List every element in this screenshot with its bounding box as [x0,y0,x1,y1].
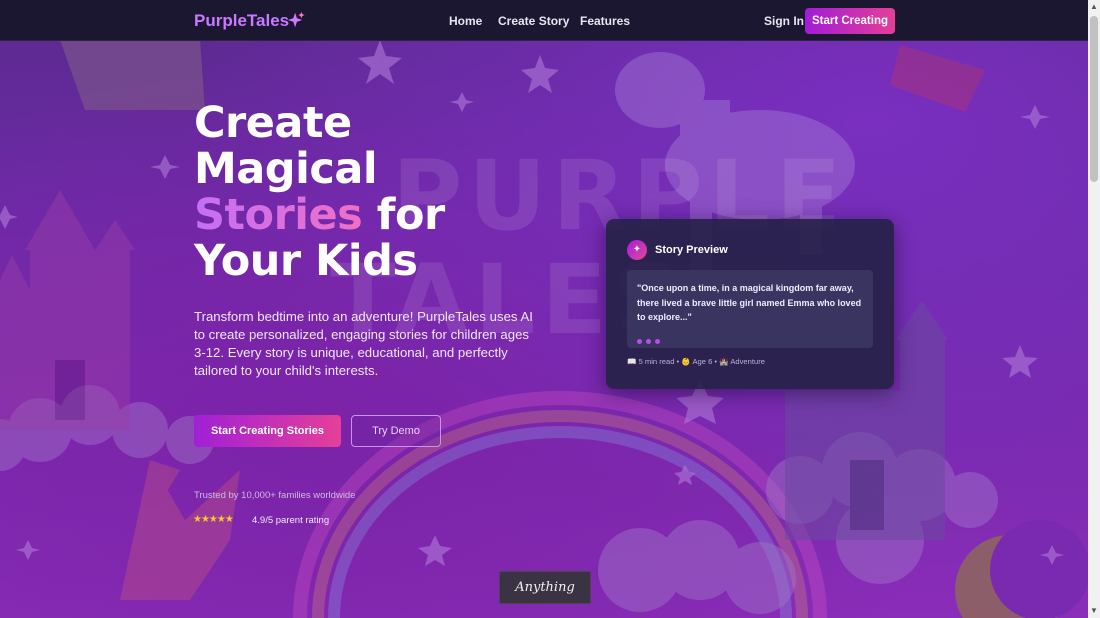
hero-title-line-1: Create [194,98,352,148]
story-preview-title: Story Preview [655,244,728,256]
trusted-text: Trusted by 10,000+ families worldwide [194,490,356,501]
scroll-down-arrow-icon[interactable]: ▼ [1088,606,1100,616]
story-quote: "Once upon a time, in a magical kingdom … [637,283,862,322]
brand-logo[interactable]: PurpleTales [194,11,289,31]
vertical-scrollbar[interactable]: ▲ ▼ [1088,0,1100,618]
sparkles-icon: ✦ [627,240,647,260]
nav-link-create-story[interactable]: Create Story [498,14,569,28]
nav-link-features[interactable]: Features [580,14,630,28]
story-meta: 📖 5 min read • 👶 Age 6 • 🏰 Adventure [627,357,765,366]
start-creating-button[interactable]: Start Creating [805,8,895,34]
scroll-up-arrow-icon[interactable]: ▲ [1088,2,1100,12]
top-navbar: PurpleTales Home Create Story Features S… [0,0,1088,41]
scrollbar-thumb[interactable] [1090,16,1098,182]
rating-stars-icon: ★★★★★ [193,514,234,525]
story-preview-card: ✦ Story Preview "Once upon a time, in a … [606,219,894,389]
hero-title-line-3: Stories for [194,192,594,238]
castle-left-illustration [0,190,135,430]
hero-title-line-2: Magical [194,144,378,194]
hero-description: Transform bedtime into an adventure! Pur… [194,309,533,378]
try-demo-button[interactable]: Try Demo [351,415,441,447]
hero-title: Create Magical Stories for Your Kids [194,100,594,284]
sign-in-link[interactable]: Sign In [764,14,804,28]
typing-dot [655,339,660,344]
typing-dot [646,339,651,344]
nav-link-home[interactable]: Home [449,14,482,28]
story-quote-box: "Once upon a time, in a magical kingdom … [627,270,873,348]
hero-title-accent: Stories [194,190,363,240]
start-creating-stories-button[interactable]: Start Creating Stories [194,415,341,447]
anything-badge[interactable]: Anything [499,571,591,604]
typing-indicator [637,331,664,349]
typing-dot [637,339,642,344]
hero-title-line-4: Your Kids [194,236,418,286]
fox-illustration [120,460,240,600]
hero-background: PURPLE TALES [0,0,1088,618]
parent-rating: 4.9/5 parent rating [252,515,330,526]
hero-title-line-3-rest: for [362,190,445,240]
moon-illustration [955,520,1088,618]
sparkles-icon [287,11,305,28]
